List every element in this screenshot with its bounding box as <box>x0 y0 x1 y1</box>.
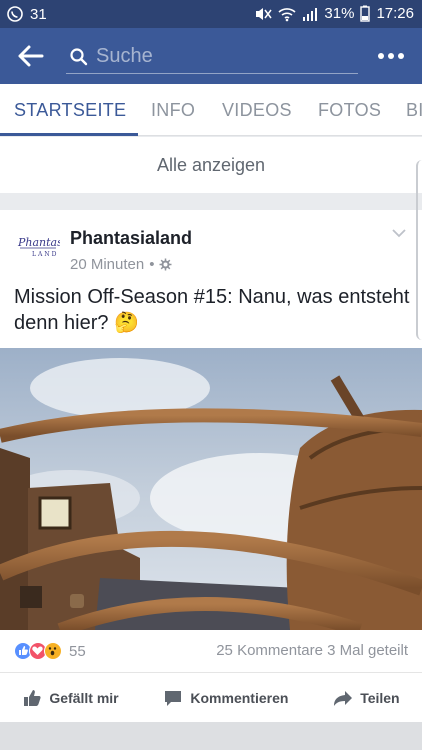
post-card: Phantasia LAND Phantasialand 20 Minuten … <box>0 210 422 722</box>
search-input[interactable] <box>96 42 346 70</box>
phantasialand-logo[interactable]: Phantasia LAND <box>16 233 60 259</box>
page-tabs: STARTSEITE INFO VIDEOS FOTOS BI <box>0 84 422 136</box>
comments-count[interactable]: 25 Kommentare <box>216 642 323 659</box>
photo-image <box>0 348 422 630</box>
meta-separator: • <box>149 256 155 273</box>
wow-reaction-icon <box>44 642 62 660</box>
notification-count: 31 <box>30 5 47 23</box>
see-all-link[interactable]: Alle anzeigen <box>0 137 422 193</box>
post-text: Mission Off-Season #15: Nanu, was entste… <box>14 286 410 334</box>
battery-percent: 31% <box>324 5 355 22</box>
share-arrow-icon <box>334 690 353 706</box>
active-tab-indicator <box>0 133 138 136</box>
page-name[interactable]: Phantasialand <box>70 228 192 249</box>
share-label: Teilen <box>360 689 400 706</box>
chevron-down-icon[interactable] <box>392 228 406 238</box>
like-label: Gefällt mir <box>49 689 119 706</box>
search-box[interactable] <box>66 40 358 74</box>
post-time[interactable]: 20 Minuten <box>70 256 144 273</box>
svg-text:LAND: LAND <box>32 251 58 258</box>
tab-startseite[interactable]: STARTSEITE <box>14 84 126 135</box>
tab-info[interactable]: INFO <box>151 84 195 135</box>
post-actions: Gefällt mir Kommentieren Teilen <box>0 672 422 722</box>
tab-videos[interactable]: VIDEOS <box>222 84 292 135</box>
wifi-icon <box>278 7 296 21</box>
feed-separator <box>0 722 422 750</box>
status-bar: 31 31% 17:26 <box>0 0 422 28</box>
signal-icon <box>303 7 318 21</box>
shares-count[interactable]: 3 Mal geteilt <box>327 642 408 659</box>
reactions-summary[interactable]: 55 <box>14 642 86 660</box>
app-bar <box>0 28 422 84</box>
svg-text:Phantasia: Phantasia <box>17 236 60 249</box>
mute-icon <box>256 7 273 20</box>
battery-icon <box>360 5 371 22</box>
clock: 17:26 <box>376 5 414 22</box>
tab-fotos[interactable]: FOTOS <box>318 84 381 135</box>
comment-label: Kommentieren <box>190 689 289 706</box>
like-button[interactable]: Gefällt mir <box>22 688 119 708</box>
comment-button[interactable]: Kommentieren <box>163 688 288 708</box>
post-photo[interactable] <box>0 348 422 630</box>
search-icon <box>70 48 88 66</box>
whatsapp-icon <box>7 6 23 22</box>
post-stats: 25 Kommentare 3 Mal geteilt <box>216 642 408 659</box>
tab-more[interactable]: BI <box>406 84 422 135</box>
reaction-count: 55 <box>69 642 86 660</box>
comment-icon <box>165 690 182 706</box>
thumbs-up-icon <box>24 689 41 706</box>
share-button[interactable]: Teilen <box>333 688 400 708</box>
scroll-edge-indicator <box>416 160 422 340</box>
gear-icon <box>159 258 172 271</box>
more-options-icon[interactable] <box>378 48 404 64</box>
post-meta: 20 Minuten • <box>70 256 172 273</box>
back-arrow-icon[interactable] <box>16 42 46 70</box>
